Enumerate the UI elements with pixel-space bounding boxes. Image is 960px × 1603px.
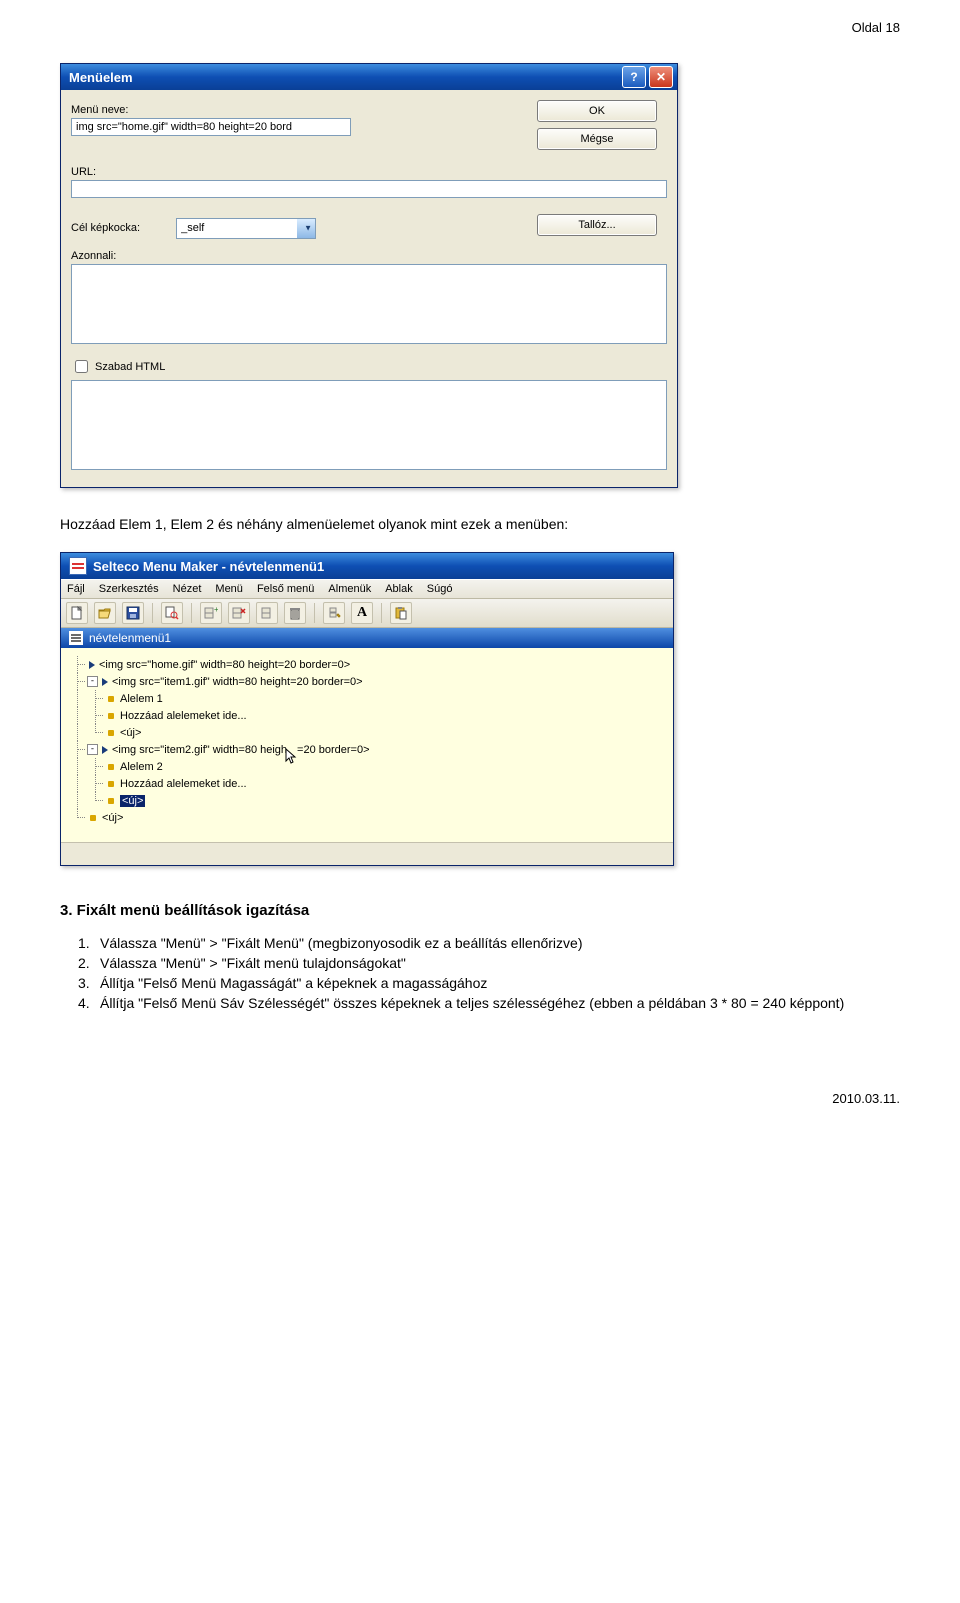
dialog-title: Menüelem	[69, 70, 619, 85]
menu-name-input[interactable]	[71, 118, 351, 136]
tree-node[interactable]: <új>	[69, 792, 665, 809]
tree-node-label: Alelem 2	[120, 761, 163, 773]
tree-node-label: Hozzáad alelemeket ide...	[120, 778, 247, 790]
body-text: Hozzáad Elem 1, Elem 2 és néhány almenüe…	[60, 516, 900, 532]
url-label: URL:	[71, 166, 667, 178]
delete-item-icon[interactable]	[228, 602, 250, 624]
status-panel	[61, 843, 673, 865]
menu-window[interactable]: Ablak	[385, 583, 413, 595]
add-item-icon[interactable]: +	[200, 602, 222, 624]
menu-item-dialog: Menüelem ? ✕ Menü neve: OK Mégse URL:	[60, 63, 678, 488]
app-icon	[69, 557, 87, 575]
save-icon[interactable]	[122, 602, 144, 624]
tree-node[interactable]: Alelem 2	[69, 758, 665, 775]
expander-icon[interactable]: -	[87, 676, 98, 687]
menu-edit[interactable]: Szerkesztés	[99, 583, 159, 595]
tree-node[interactable]: -<img src="item2.gif" width=80 heigh=20 …	[69, 741, 665, 758]
steps-list: 1.Válassza "Menü" > "Fixált Menü" (megbi…	[78, 935, 900, 1011]
properties-icon[interactable]	[323, 602, 345, 624]
tree-node[interactable]: Hozzáad alelemeket ide...	[69, 707, 665, 724]
toolbar-separator	[314, 603, 315, 623]
svg-text:+: +	[214, 606, 218, 614]
free-html-label: Szabad HTML	[95, 361, 165, 373]
tree-node[interactable]: <új>	[69, 724, 665, 741]
arrow-right-icon	[89, 661, 95, 669]
document-title: névtelenmenü1	[89, 631, 171, 645]
app-title: Selteco Menu Maker - névtelenmenü1	[93, 559, 669, 574]
document-titlebar: névtelenmenü1	[61, 628, 673, 648]
cancel-button[interactable]: Mégse	[537, 128, 657, 150]
free-html-checkbox[interactable]	[75, 360, 88, 373]
menu-maker-window: Selteco Menu Maker - névtelenmenü1 Fájl …	[60, 552, 674, 866]
menu-menu[interactable]: Menü	[215, 583, 243, 595]
bullet-icon	[90, 815, 96, 821]
free-html-textarea[interactable]	[71, 380, 667, 470]
target-frame-label: Cél képkocka:	[71, 222, 140, 234]
bullet-icon	[108, 730, 114, 736]
section-heading: 3. Fixált menü beállítások igazítása	[60, 902, 900, 919]
url-input[interactable]	[71, 180, 667, 198]
new-icon[interactable]	[66, 602, 88, 624]
trash-icon[interactable]	[284, 602, 306, 624]
menu-topmenu[interactable]: Felső menü	[257, 583, 314, 595]
menu-help[interactable]: Súgó	[427, 583, 453, 595]
text-icon[interactable]: A	[351, 602, 373, 624]
tree-node[interactable]: - <img src="item1.gif" width=80 height=20…	[69, 673, 665, 690]
preview-icon[interactable]	[161, 602, 183, 624]
arrow-right-icon	[102, 678, 108, 686]
expander-icon[interactable]: -	[87, 744, 98, 755]
bullet-icon	[108, 798, 114, 804]
ok-button[interactable]: OK	[537, 100, 657, 122]
app-titlebar: Selteco Menu Maker - névtelenmenü1	[61, 553, 673, 579]
tree-node[interactable]: <img src="home.gif" width=80 height=20 b…	[69, 656, 665, 673]
help-icon[interactable]: ?	[622, 66, 646, 88]
page-number: Oldal 18	[60, 20, 900, 35]
menu-file[interactable]: Fájl	[67, 583, 85, 595]
tree-node-label: <img src="home.gif" width=80 height=20 b…	[99, 659, 350, 671]
toolbar-separator	[191, 603, 192, 623]
tree-node[interactable]: Hozzáad alelemeket ide...	[69, 775, 665, 792]
toolbar: + A	[61, 599, 673, 628]
bullet-icon	[108, 781, 114, 787]
page-footer-date: 2010.03.11.	[60, 1091, 900, 1106]
tree-node[interactable]: Alelem 1	[69, 690, 665, 707]
target-frame-select[interactable]	[176, 218, 316, 239]
browse-button[interactable]: Tallóz...	[537, 214, 657, 236]
menu-tree: <img src="home.gif" width=80 height=20 b…	[61, 648, 673, 843]
arrow-right-icon	[102, 746, 108, 754]
bullet-icon	[108, 696, 114, 702]
menu-view[interactable]: Nézet	[173, 583, 202, 595]
document-icon	[69, 631, 83, 645]
immediate-textarea[interactable]	[71, 264, 667, 344]
open-icon[interactable]	[94, 602, 116, 624]
tree-node-label: <új>	[120, 795, 145, 807]
bullet-icon	[108, 713, 114, 719]
toolbar-separator	[152, 603, 153, 623]
menu-name-label: Menü neve:	[71, 104, 509, 116]
tree-node-label: <img src="item1.gif" width=80 height=20 …	[112, 676, 363, 688]
paste-icon[interactable]	[390, 602, 412, 624]
tree-node[interactable]: <új>	[69, 809, 665, 826]
immediate-label: Azonnali:	[71, 250, 667, 262]
tree-node-label: Hozzáad alelemeket ide...	[120, 710, 247, 722]
tree-node-label: <új>	[120, 727, 141, 739]
remove-item-icon[interactable]	[256, 602, 278, 624]
close-icon[interactable]: ✕	[649, 66, 673, 88]
tree-node-label: <új>	[102, 812, 123, 824]
tree-node-label: Alelem 1	[120, 693, 163, 705]
toolbar-separator	[381, 603, 382, 623]
menu-submenus[interactable]: Almenük	[328, 583, 371, 595]
bullet-icon	[108, 764, 114, 770]
menubar: Fájl Szerkesztés Nézet Menü Felső menü A…	[61, 579, 673, 599]
dialog-titlebar: Menüelem ? ✕	[61, 64, 677, 90]
